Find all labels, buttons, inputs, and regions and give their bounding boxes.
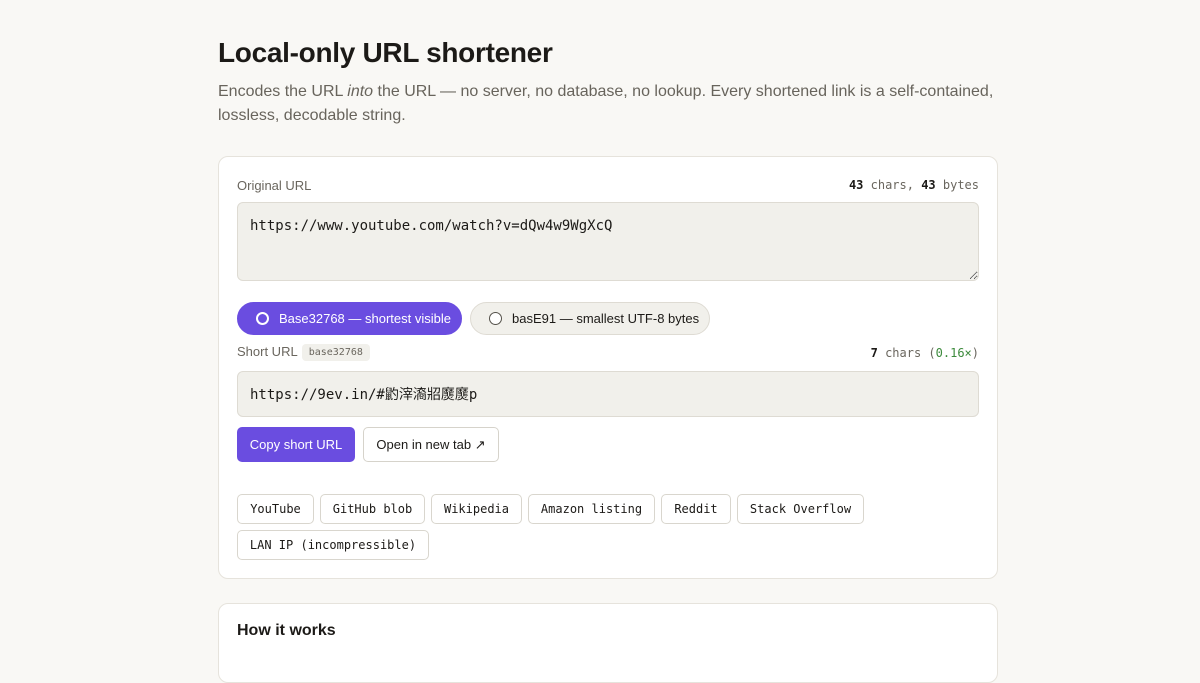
short-url-counter: 7 chars (0.16×) <box>871 346 979 360</box>
radio-selected-icon <box>256 312 269 325</box>
example-chip-github-blob[interactable]: GitHub blob <box>320 494 425 524</box>
short-url-label: Short URL <box>237 344 298 359</box>
original-url-input[interactable]: https://www.youtube.com/watch?v=dQw4w9Wg… <box>237 202 979 281</box>
subtitle-emphasis: into <box>347 83 374 100</box>
short-chars-unit: chars ( <box>877 346 936 360</box>
example-chip-reddit[interactable]: Reddit <box>661 494 731 524</box>
radio-unselected-icon <box>489 312 502 325</box>
short-chars-count: 7 <box>870 346 878 360</box>
example-chip-youtube[interactable]: YouTube <box>237 494 314 524</box>
original-bytes-unit: bytes <box>935 178 979 192</box>
example-chip-lan-ip[interactable]: LAN IP (incompressible) <box>237 530 429 560</box>
original-url-counter: 43 chars, 43 bytes <box>849 178 979 192</box>
page-subtitle: Encodes the URL into the URL — no server… <box>218 80 1008 128</box>
example-chip-amazon-listing[interactable]: Amazon listing <box>528 494 655 524</box>
ratio-close: ) <box>971 346 979 360</box>
encoding-option-label: Base32768 — shortest visible <box>279 311 451 326</box>
short-url-output[interactable]: https://9ev.in/#䶂滓㵝㸛㸏㸏p <box>237 371 979 417</box>
subtitle-text-pre: Encodes the URL <box>218 83 348 100</box>
original-url-label: Original URL <box>237 178 312 193</box>
how-it-works-title: How it works <box>237 622 336 639</box>
page-title: Local-only URL shortener <box>218 37 553 68</box>
example-chip-stack-overflow[interactable]: Stack Overflow <box>737 494 864 524</box>
original-chars-unit: chars, <box>863 178 922 192</box>
compression-ratio: 0.16× <box>935 346 972 360</box>
short-url-label-row: Short URL base32768 <box>237 344 370 362</box>
copy-short-url-button[interactable]: Copy short URL <box>237 427 355 462</box>
open-new-tab-button[interactable]: Open in new tab ↗ <box>363 427 499 462</box>
shortener-card: Original URL 43 chars, 43 bytes https://… <box>218 156 998 579</box>
encoding-badge: base32768 <box>301 344 370 362</box>
encoding-option-base32768[interactable]: Base32768 — shortest visible <box>237 302 462 335</box>
how-it-works-card: How it works <box>218 603 998 683</box>
original-bytes-count: 43 <box>921 178 936 192</box>
encoding-option-base91[interactable]: basE91 — smallest UTF-8 bytes <box>470 302 710 335</box>
encoding-option-label: basE91 — smallest UTF-8 bytes <box>512 311 700 326</box>
example-chip-wikipedia[interactable]: Wikipedia <box>431 494 522 524</box>
original-chars-count: 43 <box>848 178 864 192</box>
